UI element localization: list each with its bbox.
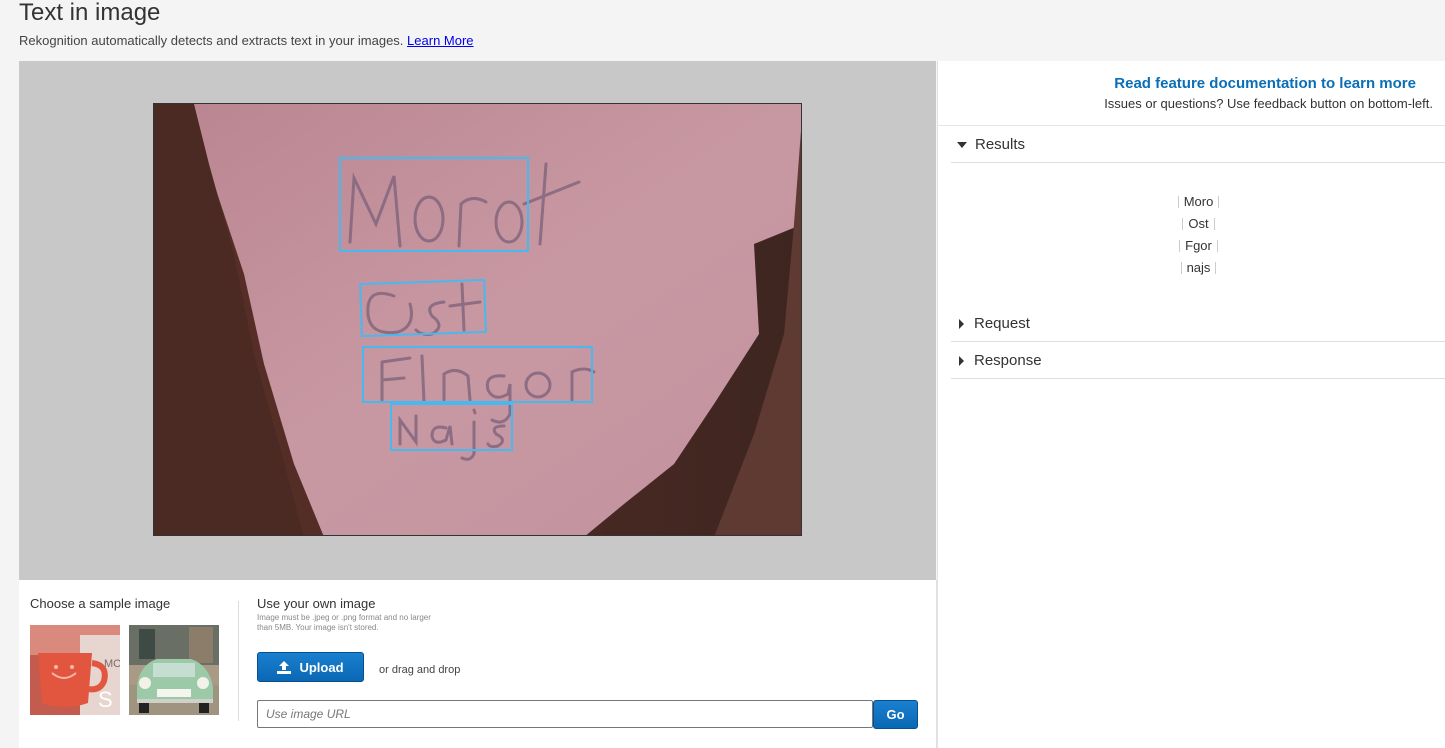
image-stage (19, 61, 936, 580)
text-bounding-box[interactable] (362, 346, 593, 403)
issues-text: Issues or questions? Use feedback button… (1104, 96, 1433, 111)
learn-more-link[interactable]: Learn More (407, 33, 473, 48)
list-item: Fgor (951, 235, 1445, 257)
response-section-label: Response (974, 352, 1042, 369)
list-item: Ost (951, 213, 1445, 235)
documentation-link[interactable]: Read feature documentation to learn more (1114, 75, 1416, 92)
subtitle-text: Rekognition automatically detects and ex… (19, 33, 404, 48)
image-source-area: Choose a sample image MO S Use your own … (19, 580, 937, 748)
result-word: Ost (1182, 217, 1215, 230)
demo-left-panel: Choose a sample image MO S Use your own … (19, 61, 937, 748)
text-bounding-box[interactable] (339, 157, 529, 252)
result-word: Moro (1177, 195, 1220, 208)
own-image-note: Image must be .jpeg or .png format and n… (257, 613, 431, 632)
upload-label: Upload (299, 659, 344, 675)
list-item: Moro (951, 191, 1445, 213)
go-button[interactable]: Go (873, 700, 918, 729)
results-list: Moro Ost Fgor najs (951, 191, 1445, 279)
sample-image-mug[interactable]: MO S (30, 625, 120, 715)
own-image-heading: Use your own image (257, 596, 376, 611)
svg-text:MO: MO (104, 658, 120, 670)
caret-down-icon (957, 141, 967, 148)
caret-right-icon (959, 355, 964, 366)
caret-right-icon (959, 318, 964, 329)
page-title: Text in image (19, 0, 161, 26)
results-section-toggle[interactable]: Results (951, 127, 1445, 163)
sample-image-car[interactable] (129, 625, 219, 715)
divider (238, 601, 239, 721)
divider (938, 125, 1445, 126)
analyzed-image (153, 103, 802, 536)
result-word: najs (1180, 261, 1217, 274)
image-url-input[interactable] (257, 700, 873, 728)
sample-heading: Choose a sample image (30, 596, 171, 611)
result-word: Fgor (1179, 239, 1218, 252)
text-bounding-box[interactable] (359, 278, 487, 338)
upload-button[interactable]: Upload (257, 652, 364, 682)
results-section-label: Results (975, 136, 1026, 153)
request-section-label: Request (974, 315, 1030, 332)
drag-drop-text: or drag and drop (379, 664, 461, 676)
list-item: najs (951, 257, 1445, 279)
results-panel: Read feature documentation to learn more… (937, 61, 1445, 748)
text-bounding-box[interactable] (390, 403, 513, 451)
svg-text:S: S (98, 687, 113, 712)
request-section-toggle[interactable]: Request (951, 306, 1445, 342)
response-section-toggle[interactable]: Response (951, 343, 1445, 379)
page-subtitle: Rekognition automatically detects and ex… (19, 33, 474, 48)
upload-icon (277, 660, 292, 674)
